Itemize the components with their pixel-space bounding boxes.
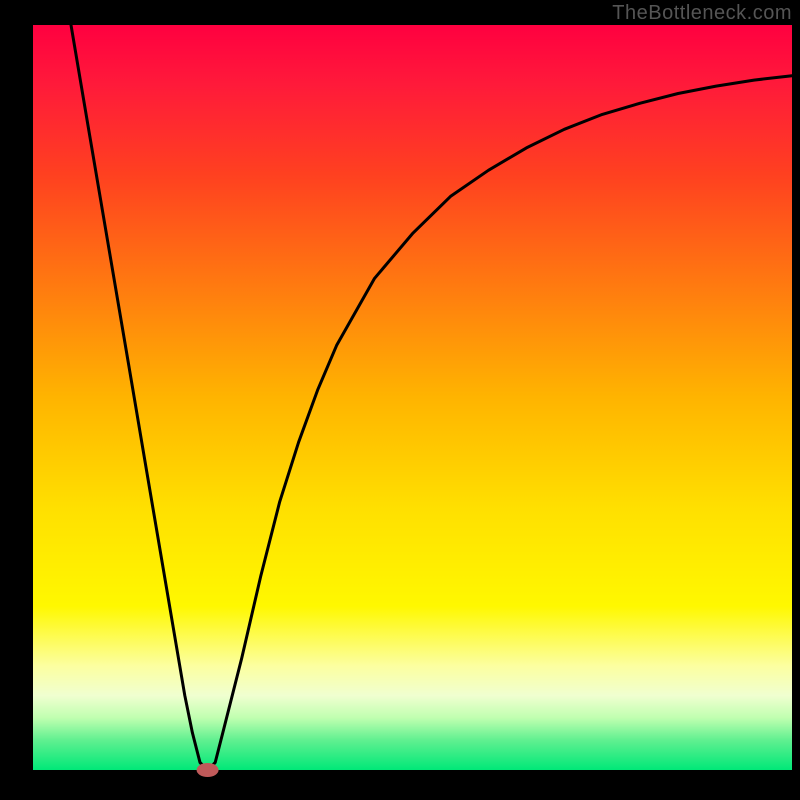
- plot-background: [33, 25, 792, 770]
- watermark-text: TheBottleneck.com: [612, 2, 792, 25]
- chart-frame: TheBottleneck.com: [0, 0, 800, 800]
- optimum-marker: [197, 763, 219, 777]
- bottleneck-chart: [0, 0, 800, 800]
